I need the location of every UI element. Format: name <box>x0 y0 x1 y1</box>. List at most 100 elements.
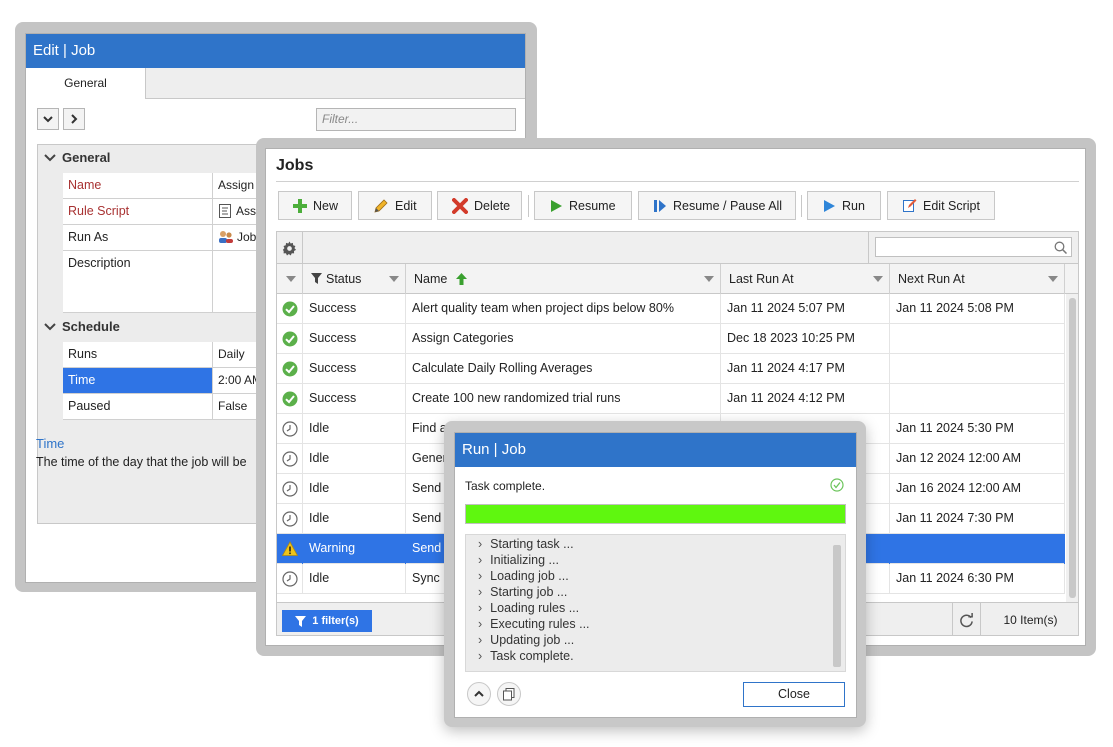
edit-script-button[interactable]: Edit Script <box>887 191 995 220</box>
collapse-log-button[interactable] <box>467 682 491 706</box>
cell-status: Success <box>303 384 406 414</box>
log-line-text: Starting task ... <box>490 537 574 551</box>
status-icon-cell <box>277 294 303 324</box>
refresh-button[interactable] <box>952 603 980 635</box>
cell-last: Jan 11 2024 4:12 PM <box>721 384 890 414</box>
description-title: Time <box>36 436 65 451</box>
table-row[interactable]: Success Calculate Daily Rolling Averages J… <box>277 354 1065 384</box>
expand-all-button[interactable] <box>63 108 85 130</box>
cell-next: Jan 12 2024 12:00 AM <box>890 444 1065 474</box>
status-icon-cell <box>277 354 303 384</box>
edit-job-tabstrip: General <box>26 68 525 99</box>
jobs-title: Jobs <box>276 157 314 174</box>
cell-status: Idle <box>303 414 406 444</box>
edit-script-icon <box>903 199 917 212</box>
filter-icon <box>295 615 307 627</box>
section-schedule[interactable]: Schedule <box>38 314 120 340</box>
gear-icon <box>282 240 297 255</box>
status-icon-cell <box>277 474 303 504</box>
cell-next <box>890 384 1065 414</box>
cell-next <box>890 324 1065 354</box>
chevron-right-icon: › <box>478 553 483 567</box>
run-job-title: Run | Job <box>455 433 856 467</box>
filter-icon <box>311 273 322 284</box>
grid-vertical-scrollbar[interactable] <box>1066 294 1078 602</box>
collapse-all-button[interactable] <box>37 108 59 130</box>
log-line-text: Task complete. <box>490 649 574 663</box>
cell-next: Jan 16 2024 12:00 AM <box>890 474 1065 504</box>
prop-paused-label: Paused <box>63 394 213 419</box>
success-check-icon <box>282 391 297 407</box>
cell-next <box>890 354 1065 384</box>
cell-next: Jan 11 2024 5:08 PM <box>890 294 1065 324</box>
toolbar-divider <box>528 195 529 217</box>
dropdown-arrow-icon <box>873 276 883 282</box>
log-line-text: Updating job ... <box>490 633 575 647</box>
header-name[interactable]: Name <box>406 264 721 294</box>
prop-time-label: Time <box>63 368 213 393</box>
check-circle-icon <box>830 478 844 492</box>
cell-next: Jan 11 2024 5:30 PM <box>890 414 1065 444</box>
edit-button-label: Edit <box>395 198 417 213</box>
success-check-icon <box>282 301 297 317</box>
cell-next <box>890 534 1065 564</box>
script-icon <box>219 204 231 218</box>
cell-next: Jan 11 2024 6:30 PM <box>890 564 1065 594</box>
run-log: › Starting task ... › Initializing ... › Load… <box>465 534 846 672</box>
log-line: › Loading rules ... <box>478 601 579 615</box>
delete-button[interactable]: Delete <box>437 191 522 220</box>
header-status[interactable]: Status <box>303 264 406 294</box>
run-button-label: Run <box>842 198 865 213</box>
clock-icon <box>281 571 298 587</box>
filter-count-button[interactable]: 1 filter(s) <box>282 610 372 632</box>
copy-log-button[interactable] <box>497 682 521 706</box>
play-icon <box>824 199 835 212</box>
header-next-run[interactable]: Next Run At <box>890 264 1065 294</box>
warning-icon <box>281 541 298 556</box>
filter-count-label: 1 filter(s) <box>312 615 359 627</box>
resume-button-label: Resume <box>569 198 616 213</box>
status-icon-cell <box>277 324 303 354</box>
cell-next: Jan 11 2024 7:30 PM <box>890 504 1065 534</box>
chevron-down-icon <box>43 116 53 123</box>
table-row[interactable]: Success Create 100 new randomized trial r… <box>277 384 1065 414</box>
status-icon-cell <box>277 564 303 594</box>
table-row[interactable]: Success Alert quality team when project d… <box>277 294 1065 324</box>
grid-search-input[interactable] <box>875 237 1072 257</box>
cell-status: Warning <box>303 534 406 564</box>
log-line-text: Loading rules ... <box>490 601 580 615</box>
filter-input[interactable]: Filter... <box>316 108 516 131</box>
log-scrollbar[interactable] <box>833 545 841 667</box>
status-icon-cell <box>277 414 303 444</box>
section-schedule-label: Schedule <box>62 319 120 334</box>
log-line-text: Starting job ... <box>490 585 568 599</box>
cell-status: Success <box>303 294 406 324</box>
section-general[interactable]: General <box>38 145 110 171</box>
resume-button[interactable]: Resume <box>534 191 632 220</box>
run-button[interactable]: Run <box>807 191 881 220</box>
clock-icon <box>281 511 298 527</box>
scrollbar-thumb[interactable] <box>1069 298 1076 598</box>
table-row[interactable]: Success Assign Categories Dec 18 2023 10:2… <box>277 324 1065 354</box>
header-icon-col[interactable] <box>277 264 303 294</box>
progress-bar <box>465 504 846 524</box>
dropdown-arrow-icon <box>286 276 296 282</box>
success-check-icon <box>282 331 297 347</box>
cell-status: Idle <box>303 444 406 474</box>
run-job-dialog: Run | Job Task complete. › Starting task … <box>454 432 857 718</box>
cell-status: Idle <box>303 564 406 594</box>
chevron-right-icon: › <box>478 617 483 631</box>
header-last-run[interactable]: Last Run At <box>721 264 890 294</box>
run-status-text: Task complete. <box>465 479 546 493</box>
tab-general[interactable]: General <box>26 68 146 99</box>
resume-pause-all-button[interactable]: Resume / Pause All <box>638 191 796 220</box>
plus-icon <box>293 198 307 213</box>
cell-status: Success <box>303 324 406 354</box>
new-button[interactable]: New <box>278 191 352 220</box>
grid-settings-button[interactable] <box>277 232 303 264</box>
log-line: › Starting job ... <box>478 585 567 599</box>
cell-status: Idle <box>303 504 406 534</box>
edit-button[interactable]: Edit <box>358 191 432 220</box>
log-line-text: Initializing ... <box>490 553 559 567</box>
close-button[interactable]: Close <box>743 682 845 707</box>
